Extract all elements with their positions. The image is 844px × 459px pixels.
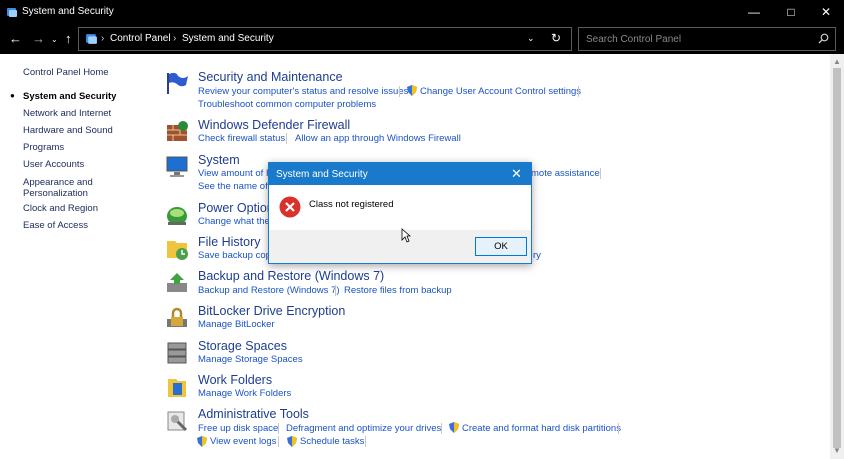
mouse-cursor-icon <box>401 228 411 243</box>
link-remote-assistance[interactable]: mote assistance <box>531 168 600 179</box>
link-backup-restore[interactable]: Backup and Restore (Windows 7) <box>198 285 340 296</box>
link-free-disk-space[interactable]: Free up disk space <box>198 423 278 434</box>
uac-shield-icon <box>407 85 417 96</box>
dialog-close-icon[interactable]: ✕ <box>511 166 522 182</box>
link-manage-storage[interactable]: Manage Storage Spaces <box>198 354 303 365</box>
category-system[interactable]: System <box>198 153 240 167</box>
link-defragment[interactable]: Defragment and optimize your drives <box>286 423 441 434</box>
link-uac-settings[interactable]: Change User Account Control settings <box>420 86 581 97</box>
separator <box>286 133 287 144</box>
ok-button[interactable]: OK <box>475 237 527 256</box>
uac-shield-icon <box>449 422 459 433</box>
separator <box>618 423 619 434</box>
separator <box>365 436 366 447</box>
link-restore-files[interactable]: Restore files from backup <box>344 285 452 296</box>
separator <box>335 285 336 296</box>
link-manage-bitlocker[interactable]: Manage BitLocker <box>198 319 275 330</box>
flag-icon <box>167 72 188 94</box>
link-power-buttons[interactable]: Change what the <box>198 216 270 227</box>
category-firewall[interactable]: Windows Defender Firewall <box>198 118 350 132</box>
file-history-icon <box>167 241 188 260</box>
link-review-status[interactable]: Review your computer's status and resolv… <box>198 86 408 97</box>
link-save-backup[interactable]: Save backup copi <box>198 250 273 261</box>
error-dialog: System and Security ✕ Class not register… <box>268 162 532 264</box>
category-backup-restore[interactable]: Backup and Restore (Windows 7) <box>198 269 384 283</box>
link-firewall-status[interactable]: Check firewall status <box>198 133 285 144</box>
administrative-tools-icon <box>167 411 188 432</box>
link-restore-history[interactable]: ry <box>533 250 541 261</box>
link-create-partitions[interactable]: Create and format hard disk partitions <box>462 423 621 434</box>
separator <box>578 86 579 97</box>
dialog-title-bar: System and Security ✕ <box>269 163 531 185</box>
category-file-history[interactable]: File History <box>198 235 261 249</box>
storage-spaces-icon <box>167 342 187 364</box>
separator <box>399 86 400 97</box>
uac-shield-icon <box>197 436 207 447</box>
uac-shield-icon <box>287 436 297 447</box>
dialog-body: Class not registered <box>269 185 531 230</box>
power-options-icon <box>167 207 187 225</box>
link-event-logs[interactable]: View event logs <box>210 436 276 447</box>
dialog-title: System and Security <box>276 169 368 180</box>
separator <box>278 423 279 434</box>
scroll-up-icon[interactable]: ▲ <box>833 57 841 66</box>
separator <box>278 436 279 447</box>
dialog-footer: OK <box>269 230 531 263</box>
backup-restore-icon <box>167 273 187 292</box>
scroll-thumb[interactable] <box>833 68 841 448</box>
separator <box>600 168 601 179</box>
category-administrative-tools[interactable]: Administrative Tools <box>198 407 309 421</box>
separator <box>441 423 442 434</box>
category-bitlocker[interactable]: BitLocker Drive Encryption <box>198 304 345 318</box>
error-icon <box>279 196 301 218</box>
dialog-message: Class not registered <box>309 199 394 210</box>
link-view-ram[interactable]: View amount of R <box>198 168 273 179</box>
link-computer-name[interactable]: See the name of th <box>198 181 278 192</box>
work-folders-icon <box>168 379 186 397</box>
firewall-icon <box>167 121 188 141</box>
link-allow-app[interactable]: Allow an app through Windows Firewall <box>295 133 461 144</box>
category-storage-spaces[interactable]: Storage Spaces <box>198 339 287 353</box>
link-manage-work-folders[interactable]: Manage Work Folders <box>198 388 291 399</box>
bitlocker-icon <box>167 307 187 327</box>
category-power-options[interactable]: Power Option <box>198 201 274 215</box>
link-schedule-tasks[interactable]: Schedule tasks <box>300 436 364 447</box>
vertical-scrollbar[interactable]: ▲ ▼ <box>830 54 844 459</box>
link-troubleshoot[interactable]: Troubleshoot common computer problems <box>198 99 376 110</box>
category-work-folders[interactable]: Work Folders <box>198 373 272 387</box>
category-security-maintenance[interactable]: Security and Maintenance <box>198 70 343 84</box>
scroll-down-icon[interactable]: ▼ <box>833 446 841 455</box>
monitor-icon <box>166 156 188 177</box>
